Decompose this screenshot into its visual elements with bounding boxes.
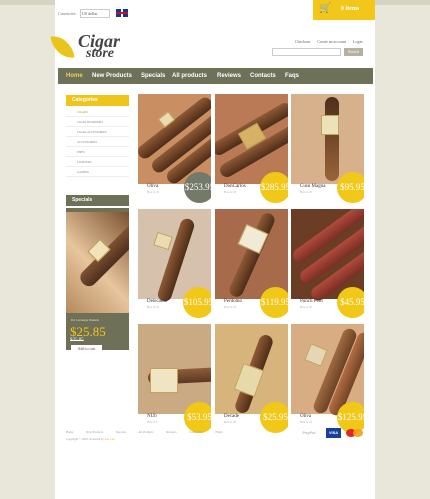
- shopping-cart-button[interactable]: 🛒 0 items: [313, 0, 375, 20]
- product-meta: Box of 25: [300, 305, 312, 309]
- category-accessories[interactable]: ACCESSORIES: [66, 137, 129, 147]
- product-name[interactable]: Cusu Magna: [300, 184, 325, 189]
- product-meta: Box of 20: [224, 420, 236, 424]
- english-flag-icon[interactable]: [116, 9, 128, 17]
- product-name[interactable]: NUb: [147, 414, 157, 419]
- product-image[interactable]: [138, 209, 211, 304]
- product-name[interactable]: Delecanio: [147, 299, 167, 304]
- footer-contact-us[interactable]: Contact Us: [189, 430, 202, 434]
- price-badge: $253.95: [184, 172, 211, 203]
- category-pipes[interactable]: PIPES: [66, 147, 129, 157]
- product-card[interactable]: Cusu Magna Box of 25 $95.95: [291, 94, 364, 204]
- specials-panel: Por Larranaga Panetela $25.85 $35.85 Add…: [66, 208, 129, 353]
- product-name[interactable]: DonCarlos: [224, 184, 246, 189]
- nav-reviews[interactable]: Reviews: [217, 73, 241, 79]
- price-badge: $95.95: [337, 172, 364, 203]
- footer-links: Home New Products Specials All Products …: [66, 430, 234, 434]
- nav-specials[interactable]: Specials: [141, 73, 165, 79]
- product-meta: Box of 25: [147, 190, 159, 194]
- product-name[interactable]: Decade: [224, 414, 239, 419]
- special-price: $25.85: [70, 324, 106, 339]
- product-card[interactable]: NUb Box of 5 $53.95: [138, 324, 211, 434]
- search-button[interactable]: Search: [344, 48, 363, 56]
- nav-faqs[interactable]: Faqs: [285, 73, 299, 79]
- product-image[interactable]: [215, 324, 288, 415]
- product-card[interactable]: Decade Box of 20 $25.95: [215, 324, 288, 434]
- footer-new-products[interactable]: New Products: [86, 430, 103, 434]
- product-image[interactable]: [215, 209, 288, 299]
- product-name[interactable]: Oliva: [147, 184, 158, 189]
- nav-home[interactable]: Home: [66, 73, 83, 79]
- footer-faqs[interactable]: FAQs: [215, 430, 222, 434]
- currency-label: Currencies:: [58, 11, 77, 16]
- product-card[interactable]: Oliva Box of 25 $253.95: [138, 94, 211, 204]
- price-badge: $119.95: [260, 287, 288, 318]
- visa-logo-icon: VISA: [326, 428, 341, 438]
- product-card[interactable]: Delecanio Box of 25 $105.95: [138, 209, 211, 319]
- category-cigars[interactable]: CIGARS: [66, 107, 129, 117]
- product-image[interactable]: [291, 324, 364, 418]
- product-card[interactable]: Punch Petit Box of 25 $45.95: [291, 209, 364, 319]
- login-link[interactable]: Login: [353, 39, 363, 44]
- product-card[interactable]: Perdomo Box of 25 $119.95: [215, 209, 288, 319]
- price-badge: $45.95: [337, 287, 364, 318]
- main-navigation: Home New Products Specials All products …: [58, 68, 373, 84]
- specials-heading: Specials: [66, 195, 129, 206]
- create-account-link[interactable]: Create an account: [317, 39, 346, 44]
- copyright-text: Copyright © 2010. Powered by Zen Cart: [66, 437, 115, 441]
- product-image[interactable]: [215, 94, 288, 184]
- category-list: CIGARS CIGAR HUMIDORS CIGAR ACCESSORIES …: [66, 107, 129, 177]
- paypal-logo-icon: PayPal: [302, 430, 316, 435]
- product-card[interactable]: DonCarlos Box of 25 $285.95: [215, 94, 288, 204]
- product-card[interactable]: Oliva Box of 25 $125.95: [291, 324, 364, 434]
- price-badge: $25.95: [260, 402, 288, 433]
- currency-select[interactable]: US dollar: [80, 9, 110, 18]
- footer-home[interactable]: Home: [66, 430, 73, 434]
- product-image[interactable]: [291, 209, 364, 304]
- special-product-name[interactable]: Por Larranaga Panetela: [71, 318, 99, 322]
- footer-reviews[interactable]: Reviews: [166, 430, 176, 434]
- product-image[interactable]: [138, 324, 211, 414]
- copyright-label: Copyright © 2010. Powered by: [66, 437, 104, 441]
- price-badge: $105.95: [183, 287, 211, 318]
- category-cigar-accessories[interactable]: CIGAR ACCESSORIES: [66, 127, 129, 137]
- product-meta: Box of 25: [300, 190, 312, 194]
- product-meta: Box of 25: [300, 420, 312, 424]
- product-name[interactable]: Punch Petit: [300, 299, 323, 304]
- product-meta: Box of 25: [224, 305, 236, 309]
- footer-all-products[interactable]: All Products: [138, 430, 153, 434]
- leaf-icon: [50, 33, 75, 61]
- product-meta: Box of 25: [147, 305, 159, 309]
- price-badge: $53.95: [184, 402, 211, 433]
- category-cigar-humidors[interactable]: CIGAR HUMIDORS: [66, 117, 129, 127]
- nav-all-products[interactable]: All products: [172, 73, 207, 79]
- category-lighters[interactable]: LIGHTERS: [66, 157, 129, 167]
- price-badge: $285.95: [260, 172, 288, 203]
- logo-word-store: store: [86, 46, 114, 61]
- category-gaming[interactable]: GAMING: [66, 167, 129, 177]
- product-image[interactable]: [291, 94, 364, 184]
- cart-count: 0 items: [341, 6, 360, 12]
- product-meta: Box of 25: [224, 190, 236, 194]
- product-meta: Box of 5: [147, 420, 158, 424]
- footer-specials[interactable]: Specials: [116, 430, 126, 434]
- product-name[interactable]: Perdomo: [224, 299, 242, 304]
- store-logo[interactable]: Cigar store: [50, 31, 152, 64]
- add-to-cart-button[interactable]: Add to cart: [71, 345, 102, 353]
- categories-heading: Categories: [66, 95, 129, 106]
- search-input[interactable]: [272, 48, 341, 56]
- account-links: Checkout Create an account Login: [295, 39, 369, 44]
- mastercard-logo-icon: [346, 428, 364, 438]
- checkout-link[interactable]: Checkout: [295, 39, 310, 44]
- product-name[interactable]: Oliva: [300, 414, 311, 419]
- special-product-image[interactable]: [66, 212, 129, 313]
- special-old-price: $35.85: [70, 338, 84, 343]
- nav-contacts[interactable]: Contacts: [250, 73, 276, 79]
- nav-new-products[interactable]: New Products: [92, 73, 132, 79]
- zen-cart-link[interactable]: Zen Cart: [104, 437, 115, 441]
- cart-icon: 🛒: [319, 3, 332, 14]
- product-image[interactable]: [138, 94, 211, 187]
